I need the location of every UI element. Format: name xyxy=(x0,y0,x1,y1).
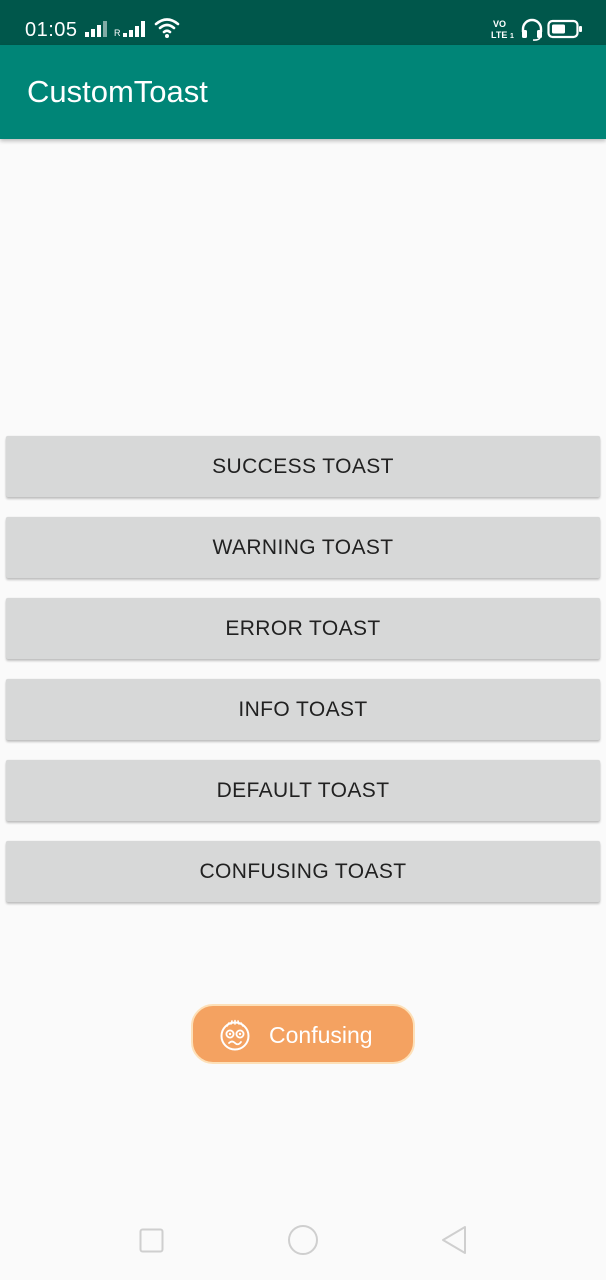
signal-icon xyxy=(85,21,107,37)
roaming-signal-icon: R xyxy=(114,21,145,38)
error-toast-button[interactable]: ERROR TOAST xyxy=(6,598,600,659)
svg-text:VO: VO xyxy=(493,19,506,29)
warning-toast-button[interactable]: WARNING TOAST xyxy=(6,517,600,578)
battery-icon xyxy=(547,19,582,39)
toast-message: Confusing xyxy=(269,1022,373,1048)
confusing-toast-button[interactable]: CONFUSING TOAST xyxy=(6,841,600,902)
default-toast-button[interactable]: DEFAULT TOAST xyxy=(6,760,600,821)
info-toast-button[interactable]: INFO TOAST xyxy=(6,679,600,740)
back-triangle-icon[interactable] xyxy=(440,1225,468,1255)
app-title: CustomToast xyxy=(27,74,208,109)
wifi-icon xyxy=(154,18,180,38)
recents-square-icon[interactable] xyxy=(139,1228,165,1254)
home-circle-icon[interactable] xyxy=(287,1224,319,1256)
success-toast-button[interactable]: SUCCESS TOAST xyxy=(6,436,600,497)
confused-face-icon xyxy=(220,1019,250,1051)
status-time: 01:05 xyxy=(25,19,78,41)
navigation-bar xyxy=(0,1200,606,1280)
app-bar: CustomToast xyxy=(0,45,606,139)
svg-text:LTE: LTE xyxy=(491,30,507,40)
status-bar: 01:05 R VO LTE 1 xyxy=(0,0,606,45)
svg-text:1: 1 xyxy=(510,33,514,40)
headset-icon xyxy=(521,18,543,41)
confusing-toast: Confusing xyxy=(191,1004,415,1064)
volte-icon: VO LTE 1 xyxy=(491,19,514,40)
svg-text:R: R xyxy=(114,28,121,38)
